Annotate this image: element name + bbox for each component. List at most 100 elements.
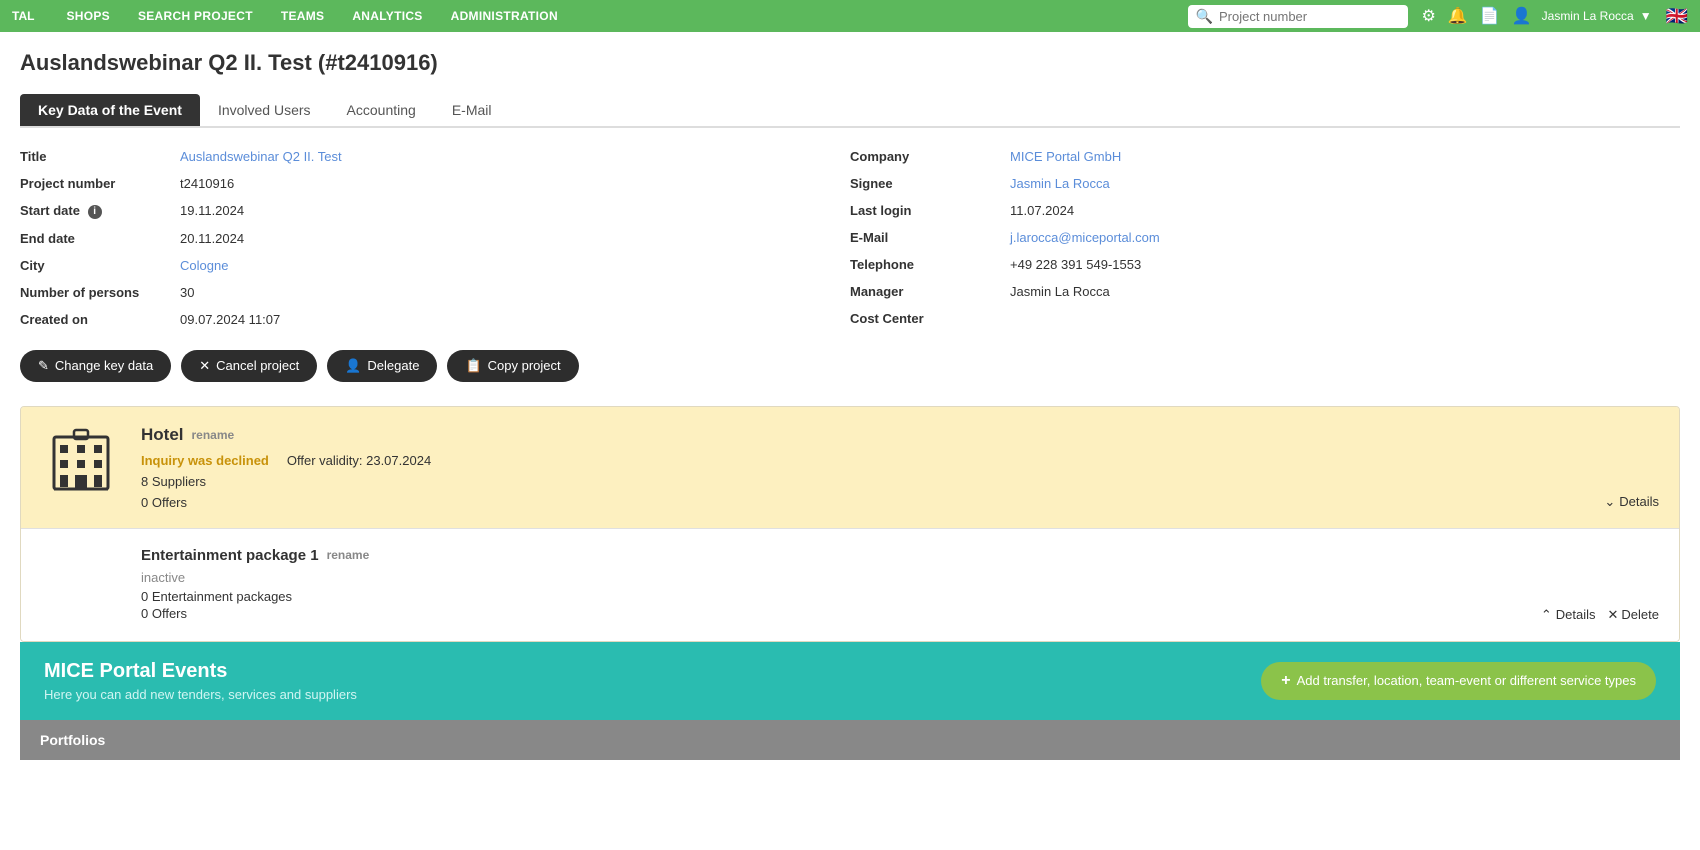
nav-teams[interactable]: TEAMS: [267, 0, 339, 32]
language-flag[interactable]: 🇬🇧: [1666, 6, 1688, 27]
cost-center-row: Cost Center: [850, 308, 1680, 329]
manager-row: Manager Jasmin La Rocca: [850, 281, 1680, 302]
start-date-row: Start date i 19.11.2024: [20, 200, 850, 222]
inquiry-declined-badge: Inquiry was declined: [141, 453, 269, 468]
signee-row: Signee Jasmin La Rocca: [850, 173, 1680, 194]
last-login-row: Last login 11.07.2024: [850, 200, 1680, 221]
telephone-label: Telephone: [850, 257, 1010, 272]
add-service-button[interactable]: + Add transfer, location, team-event or …: [1261, 662, 1656, 700]
email-label: E-Mail: [850, 230, 1010, 245]
portfolios-title: Portfolios: [40, 732, 105, 748]
project-number-value: t2410916: [180, 176, 234, 191]
delete-x-icon: ✕: [1608, 607, 1619, 623]
page-content: Auslandswebinar Q2 II. Test (#t2410916) …: [0, 32, 1700, 778]
last-login-label: Last login: [850, 203, 1010, 218]
ent-delete-link[interactable]: ✕ Delete: [1608, 607, 1659, 623]
key-data-grid: Title Auslandswebinar Q2 II. Test Projec…: [20, 146, 1680, 330]
entertainment-card: Entertainment package 1 rename inactive …: [21, 528, 1679, 641]
city-row: City Cologne: [20, 255, 850, 276]
hotel-rename-link[interactable]: rename: [192, 428, 235, 442]
email-value: j.larocca@miceportal.com: [1010, 230, 1160, 245]
hotel-suppliers: 8 Suppliers: [141, 474, 1659, 489]
bell-icon[interactable]: 🔔: [1448, 6, 1468, 26]
dropdown-icon: ▼: [1640, 9, 1652, 23]
manager-label: Manager: [850, 284, 1010, 299]
title-label: Title: [20, 149, 180, 164]
end-date-label: End date: [20, 231, 180, 246]
user-name: Jasmin La Rocca: [1542, 9, 1634, 23]
delegate-icon: 👤: [345, 358, 361, 374]
nav-shops[interactable]: SHOPS: [52, 0, 124, 32]
telephone-row: Telephone +49 228 391 549-1553: [850, 254, 1680, 275]
created-value: 09.07.2024 11:07: [180, 312, 280, 327]
hotel-status-row: Inquiry was declined Offer validity: 23.…: [141, 453, 1659, 468]
hotel-info: Hotel rename Inquiry was declined Offer …: [141, 425, 1659, 510]
search-input[interactable]: [1219, 9, 1400, 24]
signee-label: Signee: [850, 176, 1010, 191]
mice-banner-text: MICE Portal Events Here you can add new …: [44, 660, 357, 702]
persons-row: Number of persons 30: [20, 282, 850, 303]
key-data-left: Title Auslandswebinar Q2 II. Test Projec…: [20, 146, 850, 330]
city-value: Cologne: [180, 258, 228, 273]
hotel-icon-wrap: [41, 425, 121, 495]
copy-project-button[interactable]: 📋 Copy project: [447, 350, 578, 382]
delegate-button[interactable]: 👤 Delegate: [327, 350, 437, 382]
hotel-title-text: Hotel: [141, 425, 184, 445]
cancel-project-button[interactable]: ✕ Cancel project: [181, 350, 317, 382]
info-icon[interactable]: i: [88, 205, 102, 219]
nav-analytics[interactable]: ANALYTICS: [338, 0, 436, 32]
tab-accounting[interactable]: Accounting: [329, 94, 434, 126]
mice-banner-title: MICE Portal Events: [44, 660, 357, 683]
created-label: Created on: [20, 312, 180, 327]
email-row: E-Mail j.larocca@miceportal.com: [850, 227, 1680, 248]
portfolios-section: Portfolios: [20, 720, 1680, 760]
search-bar[interactable]: 🔍: [1188, 5, 1408, 28]
hotel-building-icon: [46, 425, 116, 495]
key-data-right: Company MICE Portal GmbH Signee Jasmin L…: [850, 146, 1680, 330]
persons-label: Number of persons: [20, 285, 180, 300]
ent-title-text: Entertainment package 1: [141, 547, 319, 564]
ent-rename-link[interactable]: rename: [327, 548, 370, 562]
plus-icon: +: [1281, 672, 1290, 690]
settings-icon[interactable]: ⚙: [1422, 6, 1436, 26]
action-buttons: ✎ Change key data ✕ Cancel project 👤 Del…: [20, 350, 1680, 382]
chevron-down-icon: ⌄: [1604, 494, 1615, 510]
title-row: Title Auslandswebinar Q2 II. Test: [20, 146, 850, 167]
hotel-details-link[interactable]: ⌄ Details: [1604, 494, 1659, 510]
last-login-value: 11.07.2024: [1010, 203, 1074, 218]
search-icon: 🔍: [1196, 8, 1213, 25]
cancel-icon: ✕: [199, 358, 210, 374]
edit-icon: ✎: [38, 358, 49, 374]
hotel-offers: 0 Offers: [141, 495, 1659, 510]
file-icon[interactable]: 📄: [1480, 6, 1500, 26]
offer-validity-text: Offer validity: 23.07.2024: [287, 453, 431, 468]
change-key-data-button[interactable]: ✎ Change key data: [20, 350, 171, 382]
created-row: Created on 09.07.2024 11:07: [20, 309, 850, 330]
ent-offers: 0 Offers: [141, 606, 1659, 621]
mice-portal-events-banner: MICE Portal Events Here you can add new …: [20, 642, 1680, 720]
ent-title-row: Entertainment package 1 rename: [141, 547, 1659, 564]
user-menu[interactable]: Jasmin La Rocca ▼ 🇬🇧: [1542, 6, 1688, 27]
title-value: Auslandswebinar Q2 II. Test: [180, 149, 342, 164]
user-icon[interactable]: 👤: [1512, 6, 1532, 26]
page-title: Auslandswebinar Q2 II. Test (#t2410916): [20, 50, 1680, 76]
nav-administration[interactable]: ADMINISTRATION: [437, 0, 572, 32]
ent-details-link[interactable]: ⌃ Details: [1541, 607, 1596, 623]
top-navigation: TAL SHOPS SEARCH PROJECT TEAMS ANALYTICS…: [0, 0, 1700, 32]
ent-actions: ⌃ Details ✕ Delete: [1541, 607, 1659, 623]
city-label: City: [20, 258, 180, 273]
ent-status-badge: inactive: [141, 570, 1659, 585]
tab-key-data[interactable]: Key Data of the Event: [20, 94, 200, 126]
company-label: Company: [850, 149, 1010, 164]
end-date-value: 20.11.2024: [180, 231, 244, 246]
nav-icons: ⚙ 🔔 📄 👤: [1422, 6, 1532, 26]
project-number-row: Project number t2410916: [20, 173, 850, 194]
end-date-row: End date 20.11.2024: [20, 228, 850, 249]
ent-packages: 0 Entertainment packages: [141, 589, 1659, 604]
telephone-value: +49 228 391 549-1553: [1010, 257, 1141, 272]
tab-involved-users[interactable]: Involved Users: [200, 94, 329, 126]
manager-value: Jasmin La Rocca: [1010, 284, 1110, 299]
project-number-label: Project number: [20, 176, 180, 191]
nav-search-project[interactable]: SEARCH PROJECT: [124, 0, 267, 32]
tab-email[interactable]: E-Mail: [434, 94, 510, 126]
